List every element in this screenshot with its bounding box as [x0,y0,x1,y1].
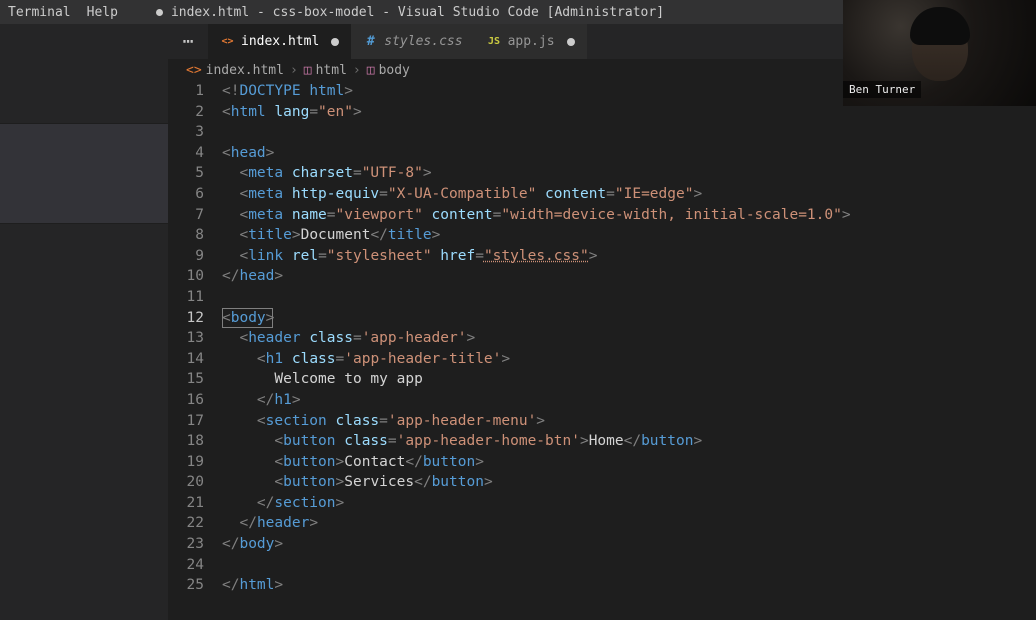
code-line[interactable] [222,122,1036,143]
line-number[interactable]: 11 [168,287,204,308]
line-number[interactable]: 24 [168,555,204,576]
menu-help[interactable]: Help [79,5,126,20]
line-number[interactable]: 20 [168,472,204,493]
code-line[interactable] [222,555,1036,576]
code-line[interactable]: <button>Contact</button> [222,452,1036,473]
line-number[interactable]: 2 [168,102,204,123]
line-number[interactable]: 3 [168,122,204,143]
code-line[interactable]: </header> [222,513,1036,534]
sidebar [0,24,168,620]
breadcrumb-icon: <> [186,63,202,78]
chevron-right-icon: › [290,63,298,78]
line-number[interactable]: 7 [168,205,204,226]
line-number[interactable]: 6 [168,184,204,205]
line-number[interactable]: 25 [168,575,204,596]
code-line[interactable] [222,287,1036,308]
line-number[interactable]: 8 [168,225,204,246]
code-line[interactable]: <title>Document</title> [222,225,1036,246]
code-line[interactable]: <meta charset="UTF-8"> [222,163,1036,184]
editor-group: ⋯ <> index.html # styles.css JS app.js <> ind… [168,24,1036,620]
line-number[interactable]: 17 [168,411,204,432]
file-type-icon: JS [487,34,502,49]
tab-label: index.html [241,34,319,49]
breadcrumb-icon: ◫ [367,63,375,78]
breadcrumb-segment[interactable]: index.html [206,63,284,78]
breadcrumb-segment[interactable]: html [316,63,347,78]
code-line[interactable]: </body> [222,534,1036,555]
line-number[interactable]: 4 [168,143,204,164]
dirty-indicator-icon[interactable] [331,38,339,46]
dirty-dot-icon [156,9,163,16]
line-number-gutter: 1234567891011121314151617181920212223242… [168,81,222,620]
line-number[interactable]: 19 [168,452,204,473]
breadcrumb-icon: ◫ [304,63,312,78]
chevron-right-icon: › [353,63,361,78]
code-line[interactable]: </section> [222,493,1036,514]
window-title-text: index.html - css-box-model - Visual Stud… [171,5,664,20]
code-line[interactable]: <h1 class='app-header-title'> [222,349,1036,370]
code-line[interactable]: </h1> [222,390,1036,411]
line-number[interactable]: 13 [168,328,204,349]
tab-label: styles.css [384,34,462,49]
code-line[interactable]: <link rel="stylesheet" href="styles.css"… [222,246,1036,267]
line-number[interactable]: 23 [168,534,204,555]
line-number[interactable]: 10 [168,266,204,287]
line-number[interactable]: 15 [168,369,204,390]
code-line[interactable]: Welcome to my app [222,369,1036,390]
code-editor[interactable]: 1234567891011121314151617181920212223242… [168,81,1036,620]
line-number[interactable]: 5 [168,163,204,184]
code-line[interactable]: <header class='app-header'> [222,328,1036,349]
tab-label: app.js [508,34,555,49]
breadcrumb-segment[interactable]: body [379,63,410,78]
line-number[interactable]: 16 [168,390,204,411]
code-line[interactable]: <button>Services</button> [222,472,1036,493]
menu-terminal[interactable]: Terminal [0,5,79,20]
code-line[interactable]: <meta name="viewport" content="width=dev… [222,205,1036,226]
tab-styles-css[interactable]: # styles.css [351,24,474,59]
code-line[interactable]: </html> [222,575,1036,596]
sidebar-panel[interactable] [0,124,168,224]
file-type-icon: <> [220,34,235,49]
code-line[interactable]: </head> [222,266,1036,287]
line-number[interactable]: 21 [168,493,204,514]
tab-overflow-icon[interactable]: ⋯ [168,24,208,59]
code-line[interactable]: <meta http-equiv="X-UA-Compatible" conte… [222,184,1036,205]
vertical-scrollbar[interactable] [1022,81,1036,620]
line-number[interactable]: 9 [168,246,204,267]
code-line[interactable]: <body> [222,308,1036,329]
line-number[interactable]: 22 [168,513,204,534]
webcam-name-label: Ben Turner [843,81,921,98]
code-line[interactable]: <head> [222,143,1036,164]
window-title: index.html - css-box-model - Visual Stud… [156,5,664,20]
tab-index-html[interactable]: <> index.html [208,24,351,59]
line-number[interactable]: 1 [168,81,204,102]
line-number[interactable]: 18 [168,431,204,452]
line-number[interactable]: 14 [168,349,204,370]
webcam-overlay: Ben Turner [843,0,1036,106]
sidebar-panel[interactable] [0,24,168,124]
file-type-icon: # [363,34,378,49]
code-line[interactable]: <section class='app-header-menu'> [222,411,1036,432]
tab-app-js[interactable]: JS app.js [475,24,587,59]
line-number[interactable]: 12 [168,308,204,329]
code-line[interactable]: <button class='app-header-home-btn'>Home… [222,431,1036,452]
dirty-indicator-icon[interactable] [567,38,575,46]
